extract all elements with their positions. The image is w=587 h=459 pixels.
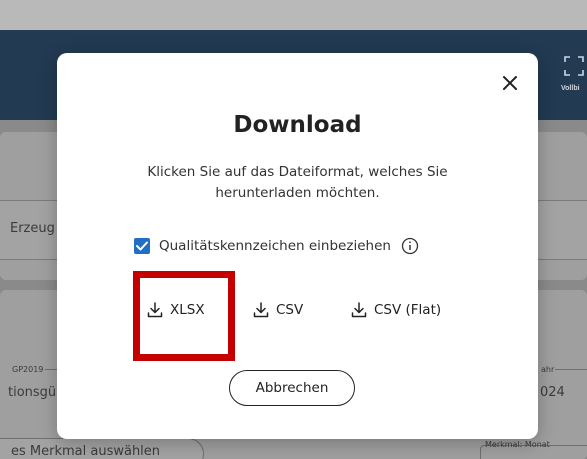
- quality-checkbox-label: Qualitätskennzeichen einbeziehen: [159, 238, 391, 254]
- checkmark-icon: [136, 241, 148, 251]
- background-field-text: tionsgü: [8, 385, 57, 400]
- background-field-label: ahr: [541, 365, 555, 374]
- cancel-button[interactable]: Abbrechen: [229, 370, 355, 406]
- download-icon: [351, 302, 367, 318]
- fullscreen-icon[interactable]: [563, 55, 585, 77]
- fullscreen-label: Vollbi: [561, 85, 580, 92]
- background-field-label: Merkmal: Monat: [485, 440, 550, 449]
- quality-option: Qualitätskennzeichen einbeziehen: [134, 236, 419, 256]
- close-icon: [503, 76, 517, 90]
- download-csv-button[interactable]: CSV: [253, 296, 303, 324]
- background-field-label: GP2019: [12, 365, 44, 374]
- background-select-label: es Merkmal auswählen: [11, 444, 161, 459]
- download-csv-label: CSV: [276, 302, 304, 318]
- download-csv-flat-button[interactable]: CSV (Flat): [351, 296, 441, 324]
- background-field-text: Erzeug: [10, 221, 55, 236]
- background-divider: [555, 369, 587, 370]
- close-button[interactable]: [497, 70, 523, 96]
- top-strip: [0, 0, 587, 30]
- highlight-annotation: [133, 271, 235, 361]
- dialog-title: Download: [233, 112, 362, 138]
- info-icon[interactable]: [401, 237, 419, 255]
- quality-checkbox[interactable]: [134, 238, 150, 254]
- background-select-button: es Merkmal auswählen: [0, 438, 204, 459]
- download-icon: [253, 302, 269, 318]
- dialog-description: Klicken Sie auf das Dateiformat, welches…: [147, 164, 448, 201]
- download-csv-flat-label: CSV (Flat): [374, 302, 442, 318]
- background-field-text: 024: [540, 385, 565, 400]
